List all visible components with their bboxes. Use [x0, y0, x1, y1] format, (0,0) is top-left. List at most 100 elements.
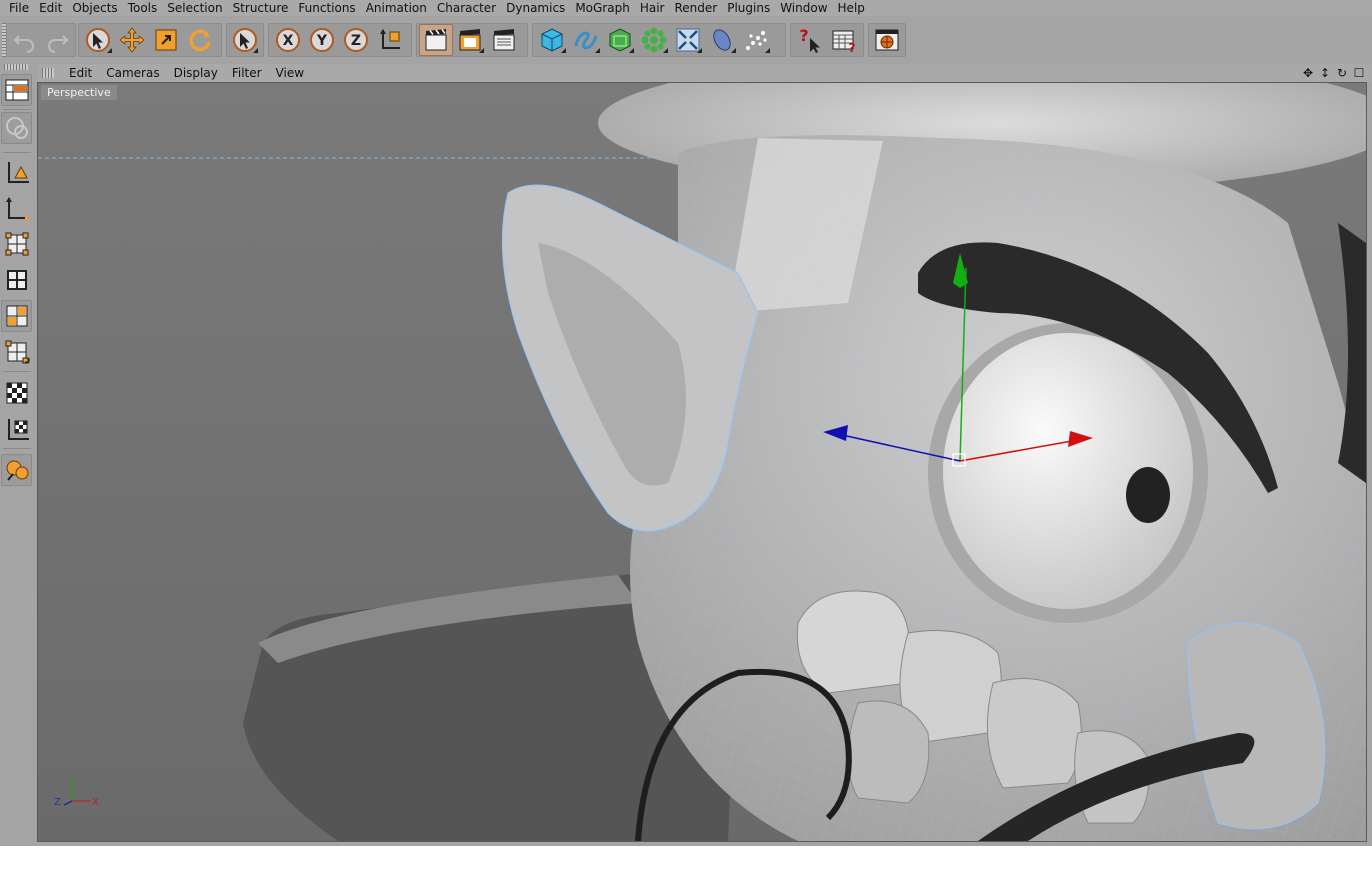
dolly-icon[interactable]: ↕ [1318, 66, 1332, 80]
model-mode-icon [7, 162, 29, 183]
edges-mode-button[interactable] [1, 264, 32, 296]
z-axis-lock-button[interactable]: Z [339, 24, 373, 56]
help-cursor-button[interactable]: ? [793, 24, 827, 56]
menu-help[interactable]: Help [833, 0, 870, 16]
menu-window[interactable]: Window [775, 0, 832, 16]
world-z-axis [63, 800, 73, 806]
z-axis-lock-icon: Z [344, 28, 368, 52]
viewport-menu-edit[interactable]: Edit [62, 66, 99, 80]
undo-icon [13, 35, 34, 53]
viewport-menu-display[interactable]: Display [167, 66, 225, 80]
web-button[interactable] [871, 24, 903, 56]
polygons-mode-icon [6, 305, 27, 327]
coordinate-system-icon [380, 29, 400, 49]
move-button[interactable] [115, 24, 149, 56]
perspective-viewport[interactable]: Perspective Z X [37, 82, 1367, 842]
world-axis-indicator: Z X [54, 779, 99, 808]
pan-icon[interactable]: ✥ [1301, 66, 1315, 80]
particle-button[interactable] [739, 24, 773, 56]
live-selection-button[interactable] [81, 24, 115, 56]
command-toolbar: X Y Z ? ? [0, 17, 1372, 63]
menu-edit[interactable]: Edit [34, 0, 67, 16]
layout-manager-button[interactable]: ? [827, 24, 861, 56]
points-mode-button[interactable] [1, 228, 32, 260]
y-axis-lock-button[interactable]: Y [305, 24, 339, 56]
mode-palette [0, 64, 34, 846]
texture-axis-icon [7, 419, 29, 440]
rotate-button[interactable] [183, 24, 217, 56]
menu-hair[interactable]: Hair [635, 0, 670, 16]
sculpt-button[interactable] [1, 454, 32, 486]
menu-mograph[interactable]: MoGraph [570, 0, 635, 16]
render-settings-icon [493, 29, 515, 51]
texture-axis-button[interactable] [1, 413, 32, 445]
toolbar-group-objects [532, 23, 786, 57]
redo-button[interactable] [41, 24, 73, 56]
menu-objects[interactable]: Objects [67, 0, 122, 16]
palette-separator [3, 109, 31, 110]
menu-functions[interactable]: Functions [293, 0, 360, 16]
menu-plugins[interactable]: Plugins [722, 0, 775, 16]
scale-icon [155, 29, 177, 51]
toolbar-group-axis-lock: X Y Z [268, 23, 412, 57]
viewport-layout-button[interactable] [1, 74, 32, 106]
redo-icon [48, 35, 69, 53]
selection-tool-button[interactable] [229, 24, 261, 56]
object-mode-button[interactable] [1, 192, 32, 224]
scene-object-button[interactable] [705, 24, 739, 56]
menu-selection[interactable]: Selection [162, 0, 227, 16]
toolbar-group-web [868, 23, 906, 57]
render-picture-viewer-button[interactable] [453, 24, 487, 56]
texture-mode-icon [6, 382, 27, 404]
menu-dynamics[interactable]: Dynamics [501, 0, 570, 16]
svg-text:X: X [283, 33, 294, 49]
menu-render[interactable]: Render [669, 0, 722, 16]
make-editable-icon [5, 117, 28, 139]
make-editable-button[interactable] [1, 112, 32, 144]
object-mode-icon [5, 197, 30, 221]
svg-text:Z: Z [351, 33, 361, 49]
pupil [1126, 467, 1170, 523]
menu-file[interactable]: File [4, 0, 34, 16]
menu-tools[interactable]: Tools [123, 0, 163, 16]
layout-manager-icon: ? [832, 30, 856, 54]
coordinate-system-button[interactable] [373, 24, 407, 56]
sculpt-icon [6, 460, 28, 481]
toolbar-group-render [416, 23, 528, 57]
cube-primitive-button[interactable] [535, 24, 569, 56]
uv-mode-icon [5, 340, 29, 364]
menu-animation[interactable]: Animation [361, 0, 432, 16]
viewport-grip[interactable] [42, 68, 54, 78]
model-mode-button[interactable] [1, 156, 32, 188]
deformer-button[interactable] [671, 24, 705, 56]
polygons-mode-button[interactable] [1, 300, 32, 332]
svg-text:Y: Y [316, 33, 328, 49]
viewport-nav-icons: ✥ ↕ ↻ ☐ [1301, 64, 1366, 82]
render-settings-button[interactable] [487, 24, 521, 56]
undo-button[interactable] [9, 24, 41, 56]
texture-mode-button[interactable] [1, 377, 32, 409]
palette-grip[interactable] [4, 64, 28, 70]
palette-separator [3, 152, 31, 153]
x-axis-lock-button[interactable]: X [271, 24, 305, 56]
viewport-menu-filter[interactable]: Filter [225, 66, 269, 80]
y-axis-lock-icon: Y [310, 28, 334, 52]
viewport-menu-view[interactable]: View [269, 66, 311, 80]
svg-text:?: ? [799, 26, 808, 45]
scale-button[interactable] [149, 24, 183, 56]
scene-render [38, 83, 1366, 841]
menu-character[interactable]: Character [432, 0, 501, 16]
spline-button[interactable] [569, 24, 603, 56]
array-button[interactable] [637, 24, 671, 56]
toolbar-group-undo [6, 23, 76, 57]
orbit-icon[interactable]: ↻ [1335, 66, 1349, 80]
render-view-icon [425, 28, 447, 51]
nurbs-button[interactable] [603, 24, 637, 56]
uv-mode-button[interactable] [1, 336, 32, 368]
render-view-button[interactable] [419, 24, 453, 56]
maximize-icon[interactable]: ☐ [1352, 66, 1366, 80]
toolbar-group-help: ? ? [790, 23, 864, 57]
menu-structure[interactable]: Structure [228, 0, 294, 16]
viewport-menu-cameras[interactable]: Cameras [99, 66, 166, 80]
x-axis-lock-icon: X [276, 28, 300, 52]
